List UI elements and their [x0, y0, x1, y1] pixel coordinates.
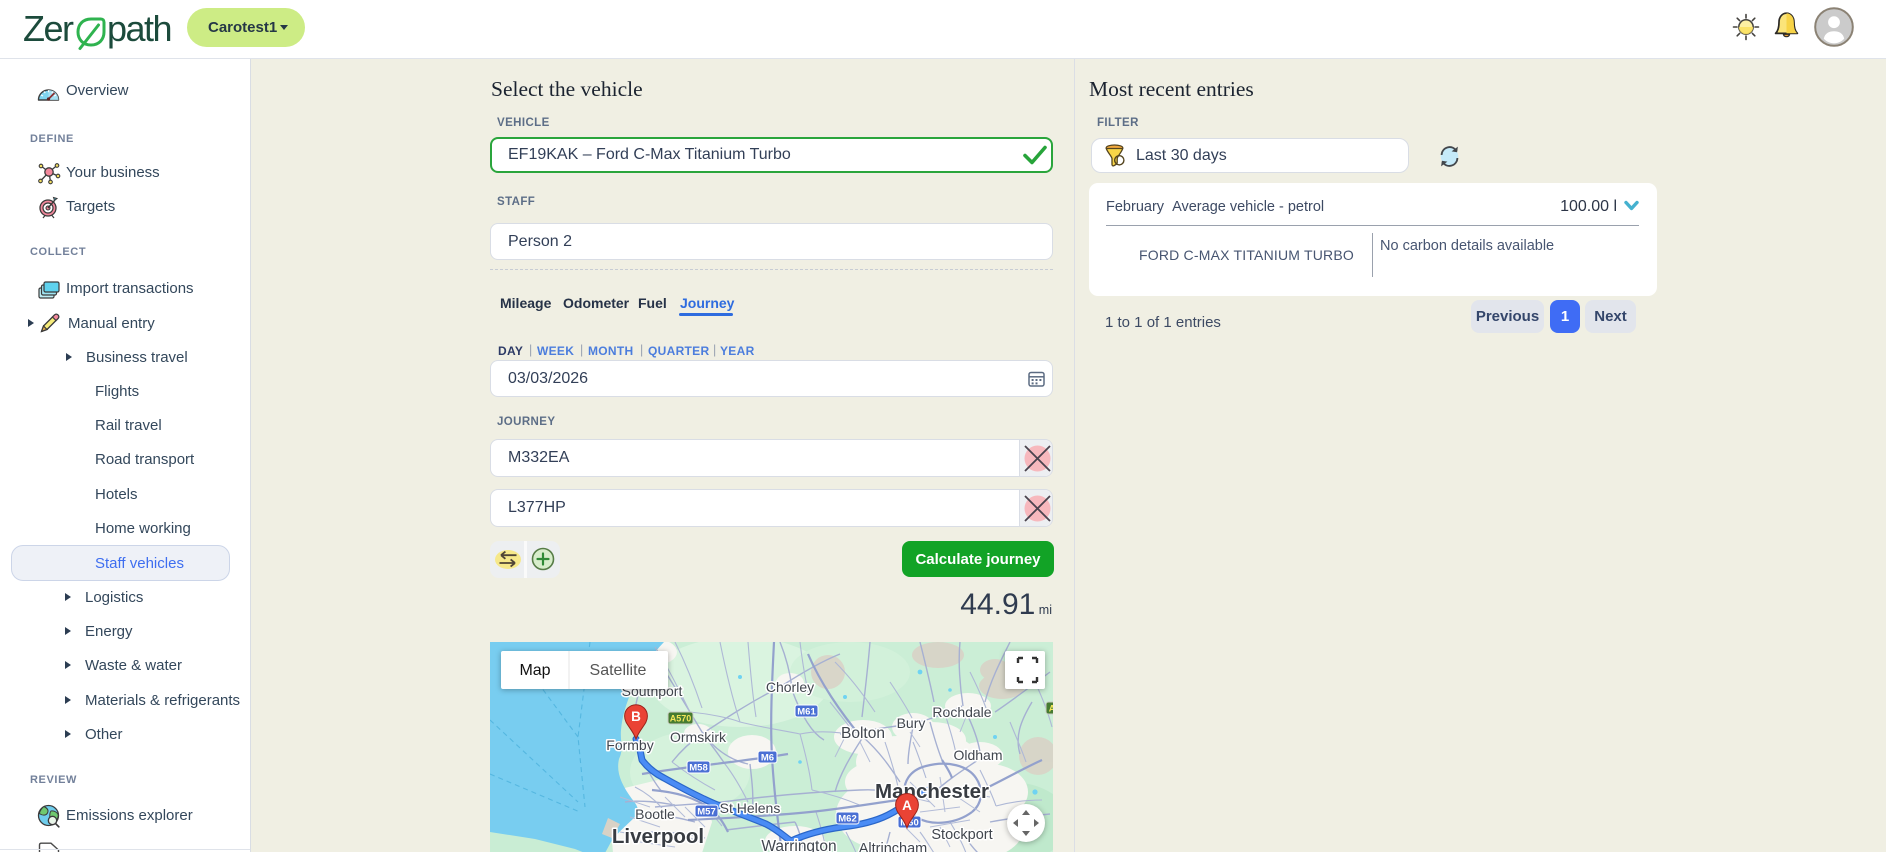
svg-text:Chorley: Chorley: [766, 679, 814, 695]
svg-text:Bolton: Bolton: [841, 725, 885, 742]
svg-text:Manchester: Manchester: [875, 780, 989, 803]
svg-text:Warrington: Warrington: [761, 838, 836, 852]
svg-text:B: B: [631, 709, 641, 724]
svg-text:M61: M61: [797, 707, 816, 718]
svg-text:A: A: [902, 798, 912, 813]
svg-text:Liverpool: Liverpool: [612, 825, 704, 848]
svg-text:M6: M6: [761, 753, 774, 764]
svg-text:M58: M58: [689, 763, 707, 774]
svg-text:M62: M62: [838, 814, 856, 825]
svg-text:A570: A570: [670, 714, 692, 724]
svg-text:Bury: Bury: [897, 715, 926, 731]
svg-text:M57: M57: [697, 807, 715, 818]
svg-text:Stockport: Stockport: [931, 827, 992, 843]
svg-text:Satellite: Satellite: [590, 662, 647, 679]
svg-text:St Helens: St Helens: [720, 800, 781, 816]
svg-text:Ormskirk: Ormskirk: [670, 729, 727, 745]
svg-text:Rochdale: Rochdale: [932, 704, 991, 720]
svg-text:Map: Map: [519, 662, 550, 679]
svg-text:Bootle: Bootle: [635, 806, 675, 822]
svg-text:Oldham: Oldham: [953, 747, 1002, 763]
svg-text:Formby: Formby: [606, 737, 653, 753]
svg-text:A: A: [1049, 704, 1053, 714]
svg-text:Altrincham: Altrincham: [859, 841, 928, 852]
